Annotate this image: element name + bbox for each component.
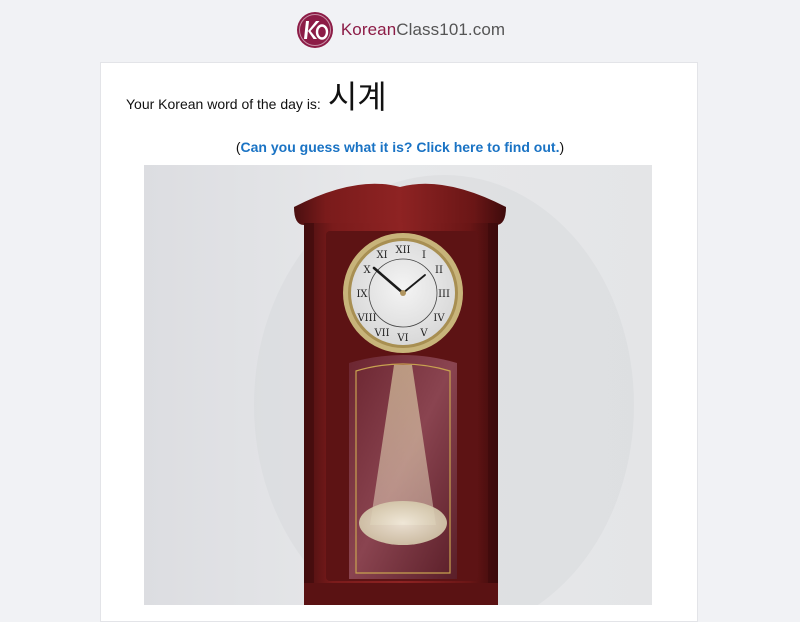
pendulum-wall-clock-image[interactable]: XII I II III IV V VI VII VIII IX X XI	[144, 165, 652, 605]
svg-text:IX: IX	[356, 289, 368, 300]
word-of-day-card: Your Korean word of the day is: 시계 (Can …	[100, 62, 698, 622]
svg-text:XII: XII	[395, 245, 410, 256]
svg-text:III: III	[438, 289, 450, 300]
brand-name: KoreanClass101.com	[341, 20, 505, 40]
clock-illustration: XII I II III IV V VI VII VIII IX X XI	[254, 175, 634, 605]
svg-text:I: I	[422, 250, 426, 261]
svg-text:IV: IV	[433, 313, 445, 324]
brand-name-domain: Class101.com	[396, 20, 506, 39]
svg-text:II: II	[435, 265, 443, 276]
svg-text:V: V	[419, 328, 428, 339]
find-out-link[interactable]: Can you guess what it is? Click here to …	[241, 139, 560, 155]
brand-name-korean: Korean	[340, 20, 397, 39]
svg-text:X: X	[363, 265, 371, 276]
ko-monogram-icon	[296, 12, 333, 48]
svg-text:VIII: VIII	[356, 313, 376, 324]
svg-text:VII: VII	[373, 328, 389, 339]
svg-text:XI: XI	[376, 250, 387, 261]
word-of-day-line: Your Korean word of the day is: 시계	[126, 77, 387, 117]
svg-text:VI: VI	[396, 333, 408, 344]
hint-line: (Can you guess what it is? Click here to…	[101, 139, 699, 155]
word-of-day-label: Your Korean word of the day is:	[126, 96, 321, 112]
brand-logo-link[interactable]: KoreanClass101.com	[295, 10, 505, 50]
site-header: KoreanClass101.com	[0, 0, 800, 62]
pendulum-bob	[359, 501, 447, 545]
hint-close-paren: )	[559, 139, 565, 155]
korean-word: 시계	[327, 78, 387, 116]
